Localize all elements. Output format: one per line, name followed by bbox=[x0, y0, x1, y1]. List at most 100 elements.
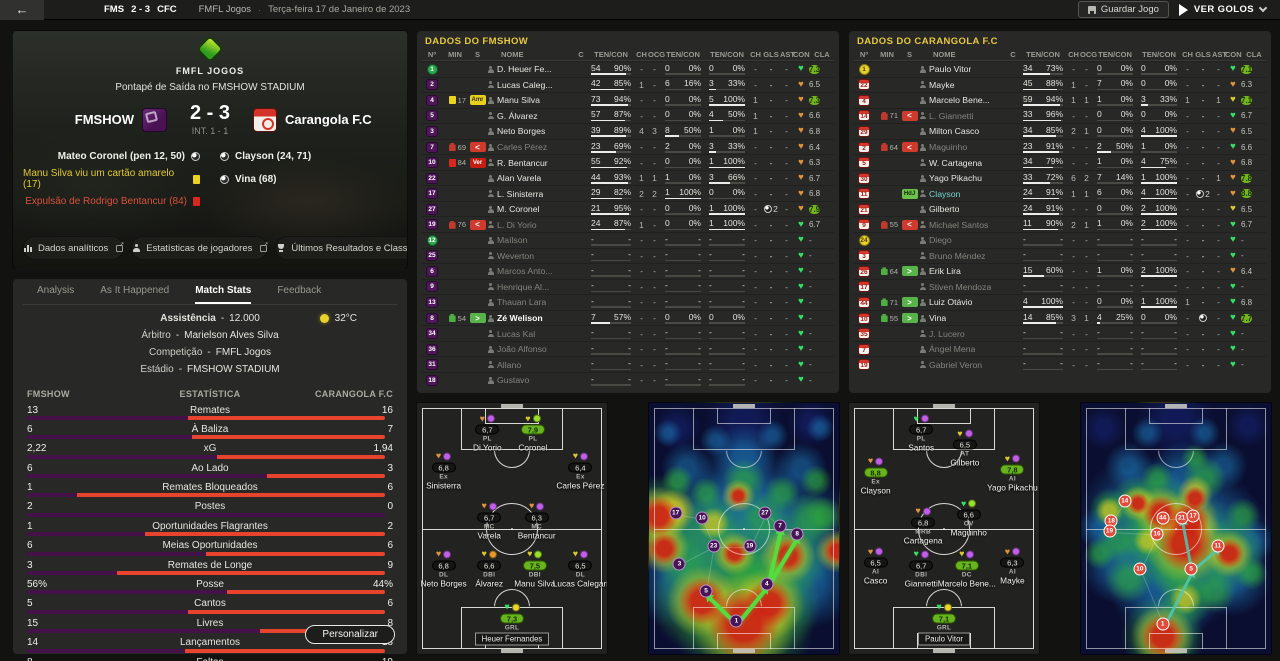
heatmap-player-node[interactable]: 27 bbox=[758, 507, 771, 520]
player-node[interactable]: ♥7,1GRLPaulo Vitor bbox=[904, 602, 984, 645]
player-row[interactable]: 6Marcos Anto...-----------♥- bbox=[422, 263, 834, 279]
player-row[interactable]: 1976<L. Di Yorio2487%1-00%1100%---♥6.7 bbox=[422, 216, 834, 232]
away-team-name[interactable]: Carangola F.C bbox=[285, 112, 372, 127]
player-node[interactable]: ♥6,6OVMaguinho bbox=[929, 499, 1009, 538]
tackles-cell: -- bbox=[705, 374, 749, 387]
player-row[interactable]: 35J. Lucero-----------♥- bbox=[854, 325, 1266, 341]
player-row[interactable]: 4471>Luiz Otávio4100%--00%1100%1--♥6.8 bbox=[854, 294, 1266, 310]
heatmap-player-node[interactable]: 10 bbox=[1133, 562, 1146, 575]
player-row[interactable]: 27M. Coronel2195%--00%1100%-2-♥7.9 bbox=[422, 201, 834, 217]
player-row[interactable]: 17Stiven Mendoza-----------♥- bbox=[854, 279, 1266, 295]
player-row[interactable]: 21Gilberto2491%--00%2100%---♥6.5 bbox=[854, 201, 1266, 217]
player-row[interactable]: 5G. Álvarez5787%--00%450%1--♥6.6 bbox=[422, 108, 834, 124]
player-row[interactable]: 29Milton Casco3485%2100%4100%---♥6.5 bbox=[854, 123, 1266, 139]
player-row[interactable]: 5W. Cartagena3479%--10%475%---♥6.8 bbox=[854, 154, 1266, 170]
player-node[interactable]: ♥7,8AIYago Pikachu bbox=[972, 454, 1040, 493]
player-row[interactable]: 854>Zé Welison757%--00%00%---♥- bbox=[422, 310, 834, 326]
chevron-down-icon[interactable] bbox=[1259, 4, 1267, 12]
player-row[interactable]: 18Gustavo-----------♥- bbox=[422, 372, 834, 388]
player-node[interactable]: ♥6,3AIMayke bbox=[972, 547, 1040, 586]
heatmap-player-node[interactable]: 5 bbox=[700, 585, 713, 598]
player-row[interactable]: 34Lucas Kal-----------♥- bbox=[422, 325, 834, 341]
col-header: Nº bbox=[854, 50, 874, 59]
player-row[interactable]: 1055>Vina1485%31425%00%--♥7.7 bbox=[854, 310, 1266, 326]
assists-cell: - bbox=[1212, 189, 1225, 199]
heatmap-player-node[interactable]: 1 bbox=[1156, 617, 1169, 630]
person-button[interactable]: Estatísticas de jogadores bbox=[131, 236, 268, 260]
player-row[interactable]: 30Yago Pikachu3372%62714%1100%--1♥7.8 bbox=[854, 170, 1266, 186]
player-node[interactable]: ♥7,3GRLHeuer Fernandes bbox=[472, 602, 552, 645]
player-row[interactable]: 1084VerR. Bentancur5592%--00%1100%---♥6.… bbox=[422, 154, 834, 170]
heatmap-player-node[interactable]: 16 bbox=[1151, 527, 1164, 540]
player-row[interactable]: 264<Maguinho2391%--250%10%---♥6.6 bbox=[854, 139, 1266, 155]
player-row[interactable]: 12Maílson-----------♥- bbox=[422, 232, 834, 248]
crosses-cell: 425% bbox=[1093, 312, 1137, 325]
heatmap-player-node[interactable]: 11 bbox=[1211, 540, 1224, 553]
heatmap-player-node[interactable]: 23 bbox=[707, 540, 720, 553]
heatmap-player-node[interactable]: 7 bbox=[774, 519, 787, 532]
back-button[interactable]: ← bbox=[0, 0, 44, 20]
player-row[interactable]: 4Marcelo Bene...5994%1110%333%1-1♥7.1 bbox=[854, 92, 1266, 108]
heatmap-player-node[interactable]: 17 bbox=[669, 507, 682, 520]
heatmap-player-node[interactable]: 8 bbox=[791, 527, 804, 540]
goals-cell: - bbox=[762, 95, 780, 105]
shirt-number-cell: 35 bbox=[854, 328, 874, 339]
player-node[interactable]: ♥6,3MCBentancur bbox=[497, 501, 577, 540]
player-row[interactable]: 3Neto Borges3989%43850%10%1--♥6.8 bbox=[422, 123, 834, 139]
player-row[interactable]: 3Bruno Méndez-----------♥- bbox=[854, 248, 1266, 264]
tab-analysis[interactable]: Analysis bbox=[37, 285, 74, 304]
player-node[interactable]: ♥6,8ExSinisterra bbox=[416, 451, 484, 490]
player-row[interactable]: 24Diego-----------♥- bbox=[854, 232, 1266, 248]
mini-scoreline[interactable]: FMS 2 - 3 CFC bbox=[104, 4, 177, 15]
player-row[interactable]: 22Alan Varela4493%1110%366%---♥6.7 bbox=[422, 170, 834, 186]
tab-feedback[interactable]: Feedback bbox=[277, 285, 321, 304]
save-game-button[interactable]: Guardar Jogo bbox=[1078, 1, 1169, 18]
player-node[interactable]: ♥8,8ExClayson bbox=[848, 456, 916, 495]
heatmap-player-node[interactable]: 14 bbox=[1118, 494, 1131, 507]
player-node[interactable]: ♥6,5DLLucas Calegari bbox=[540, 549, 608, 588]
heatmap-player-node[interactable]: 1 bbox=[730, 615, 743, 628]
player-node[interactable]: ♥7,9PLCoronel bbox=[493, 414, 573, 453]
assists-cell: - bbox=[1212, 344, 1225, 354]
home-team-name[interactable]: FMSHOW bbox=[75, 112, 134, 127]
heatmap-player-node[interactable]: 5 bbox=[1185, 562, 1198, 575]
passes-cell: 2391% bbox=[1019, 141, 1067, 154]
heatmap-player-node[interactable]: 17 bbox=[1187, 509, 1200, 522]
player-row[interactable]: 9Henrique Al...-----------♥- bbox=[422, 279, 834, 295]
view-goals-button[interactable]: VER GOLOS bbox=[1179, 4, 1266, 16]
player-row[interactable]: 955<Michael Santos1190%2110%2100%---♥6.7 bbox=[854, 216, 1266, 232]
trophy-button[interactable]: Últimos Resultados e Classificação bbox=[275, 236, 408, 260]
chart-button[interactable]: Dados analíticos bbox=[23, 236, 124, 260]
player-name: Mayke bbox=[929, 80, 955, 90]
customize-button[interactable]: Personalizar bbox=[305, 625, 395, 644]
player-row[interactable]: 417AmrManu Silva7394%--00%5100%1--♥7.3 bbox=[422, 92, 834, 108]
heatmap-player-node[interactable]: 4 bbox=[760, 577, 773, 590]
shirt-number-cell: 29 bbox=[854, 126, 874, 137]
player-node[interactable]: ♥6,4ExCarles Pérez bbox=[540, 451, 608, 490]
player-row[interactable]: 2664>Erik Lira1560%--10%2100%---♥6.4 bbox=[854, 263, 1266, 279]
player-row[interactable]: 1471<L. Giannetti3396%--00%00%---♥6.7 bbox=[854, 108, 1266, 124]
breadcrumb-competition[interactable]: FMFL Jogos bbox=[199, 4, 251, 15]
player-row[interactable]: 31Allano-----------♥- bbox=[422, 356, 834, 372]
player-row[interactable]: 22Mayke4588%1-70%00%---♥6.3 bbox=[854, 77, 1266, 93]
player-row[interactable]: 36João Alfonso-----------♥- bbox=[422, 341, 834, 357]
player-row[interactable]: 25Weverton-----------♥- bbox=[422, 248, 834, 264]
player-row[interactable]: 1Paulo Vitor3473%--00%00%---♥7.1 bbox=[854, 61, 1266, 77]
heatmap-player-node[interactable]: 19 bbox=[1103, 525, 1116, 538]
player-row[interactable]: 19Gabriel Veron-----------♥- bbox=[854, 356, 1266, 372]
player-row[interactable]: 7Ángel Mena-----------♥- bbox=[854, 341, 1266, 357]
heatmap-player-node[interactable]: 44 bbox=[1156, 512, 1169, 525]
player-row[interactable]: 769<Carles Pérez2369%--20%333%---♥6.4 bbox=[422, 139, 834, 155]
player-row[interactable]: 2Lucas Caleg...4285%1-616%333%---♥6.5 bbox=[422, 77, 834, 93]
player-row[interactable]: 1D. Heuer Fe...5490%--00%00%---♥7.3 bbox=[422, 61, 834, 77]
player-row[interactable]: 17L. Sinisterra2982%221100%00%---♥6.8 bbox=[422, 185, 834, 201]
passes-cell: 4100% bbox=[1019, 296, 1067, 309]
player-row[interactable]: 13Thauan Lara-----------♥- bbox=[422, 294, 834, 310]
player-name: Zé Welison bbox=[497, 313, 543, 323]
player-row[interactable]: 11HdJClayson2491%1160%4100%-2-♥8.8 bbox=[854, 185, 1266, 201]
heatmap-player-node[interactable]: 19 bbox=[743, 540, 756, 553]
heatmap-player-node[interactable]: 10 bbox=[696, 512, 709, 525]
tab-match-stats[interactable]: Match Stats bbox=[195, 285, 251, 304]
heatmap-player-node[interactable]: 3 bbox=[673, 557, 686, 570]
tab-as-it-happened[interactable]: As It Happened bbox=[100, 285, 169, 304]
